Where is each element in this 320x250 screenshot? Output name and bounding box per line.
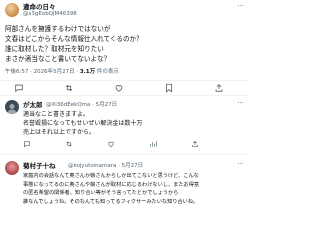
post-meta: 午後6:57 · 2026年5月27日 · 3.1万 件の表示 <box>5 69 119 76</box>
post-text-line: 名誉毀損になってもせいぜい解決金は数十万 <box>23 120 143 127</box>
divider <box>0 80 250 81</box>
repost-icon[interactable] <box>65 140 73 148</box>
author-handle[interactable]: @kojyutoinamara · 5月27日 <box>68 163 143 170</box>
post-text-line: 誰なんでしょうね。そのなんても知ってるフィクサーみたいな知り合いね。 <box>23 198 199 205</box>
post-text: 家庭内の会話なんて奥さんか娘さんからしか出てこないと思うけど、こんな 事態になっ… <box>23 172 199 206</box>
author-handle[interactable]: @Xi36dEekQma · 5月27日 <box>46 102 117 109</box>
repost-icon[interactable] <box>64 83 74 93</box>
views-count: 3.1万 <box>79 69 96 75</box>
timestamp[interactable]: 午後6:57 · 2026年5月27日 · <box>5 69 80 75</box>
views-icon[interactable] <box>149 140 157 148</box>
share-icon[interactable] <box>191 140 199 148</box>
post-text: 適当なこと書きますよ。 名誉毀損になってもせいぜい解決金は数十万 売上はそれ以上… <box>23 110 142 137</box>
author-name[interactable]: 違命の日々 <box>23 3 56 11</box>
avatar[interactable] <box>5 161 19 175</box>
author-name[interactable]: が太郎 <box>23 101 43 109</box>
post-text-line: 事態になってるのに奥さんや娘さんが取材に応じるわけないし、またお得意 <box>23 181 200 188</box>
post-text-line: 適当なこと書きますよ。 <box>23 111 90 118</box>
avatar[interactable] <box>5 100 19 114</box>
like-icon[interactable] <box>114 83 124 93</box>
avatar[interactable] <box>5 3 19 17</box>
post-text-line: 家庭内の会話なんて奥さんか娘さんからしか出てこないと思うけど、こんな <box>23 173 199 179</box>
like-icon[interactable] <box>107 140 115 148</box>
post-text-line: 売上はそれ以上ですから。 <box>23 129 96 136</box>
post-text-line: 文春はどこからそんな情報仕入れてくるのか？ <box>5 35 143 43</box>
action-bar <box>14 83 224 93</box>
action-bar <box>23 140 199 148</box>
share-icon[interactable] <box>214 83 224 93</box>
more-options-icon[interactable]: ··· <box>237 99 244 107</box>
reply-icon[interactable] <box>14 83 24 93</box>
post-text-line: 阿部さんを擁護するわけではないが <box>5 25 111 33</box>
reply-post: 菊村子十ね @kojyutoinamara · 5月27日 ··· 家庭内の会話… <box>0 155 250 250</box>
post-text-line: の匿名希望の関係者、知り合い等がそう言ってたとかでしょうから <box>23 190 179 196</box>
post-text-line: まさか適当なこと書いてないよな？ <box>5 55 111 63</box>
author-name[interactable]: 菊村子十ね <box>23 162 56 170</box>
post-text: 阿部さんを擁護するわけではないが 文春はどこからそんな情報仕入れてくるのか？ 誰… <box>5 24 143 64</box>
author-handle[interactable]: @s3gEobQjM46398 <box>23 11 77 18</box>
bookmark-icon[interactable] <box>164 83 174 93</box>
post-text-line: 誰に取材した？取材元を知りたい <box>5 45 104 53</box>
reply-post: が太郎 @Xi36dEekQma · 5月27日 ··· 適当なこと書きますよ。… <box>0 96 250 156</box>
more-options-icon[interactable]: ··· <box>237 160 244 168</box>
main-post: 違命の日々 @s3gEobQjM46398 ··· 阿部さんを擁護するわけではな… <box>0 0 250 90</box>
views-label: 件の表示 <box>95 69 119 75</box>
reply-icon[interactable] <box>23 140 31 148</box>
more-options-icon[interactable]: ··· <box>237 2 244 10</box>
